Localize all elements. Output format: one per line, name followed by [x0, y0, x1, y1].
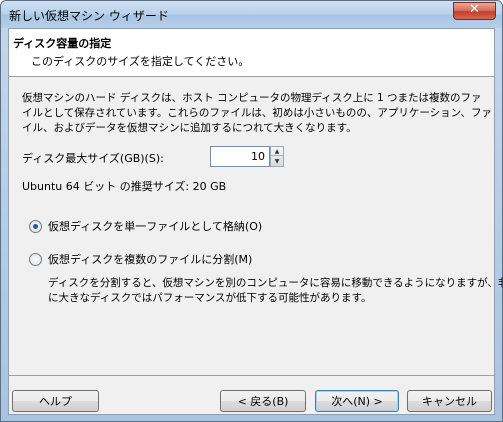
close-button[interactable]: ✕	[453, 2, 496, 20]
radio-single-file-row[interactable]: 仮想ディスクを単一ファイルとして格納(O)	[29, 218, 262, 234]
description-line: イルとして保存されています。これらのファイルは、初めは小さいものの、アプリケーシ…	[22, 107, 492, 119]
radio-single-file-label[interactable]: 仮想ディスクを単一ファイルとして格納(O)	[48, 218, 262, 234]
radio-split-files-row[interactable]: 仮想ディスクを複数のファイルに分割(M)	[29, 251, 252, 267]
split-description-line: に大きなディスクではパフォーマンスが低下する可能性があります。	[48, 292, 372, 304]
radio-split-files-label[interactable]: 仮想ディスクを複数のファイルに分割(M)	[48, 251, 252, 267]
close-icon: ✕	[469, 2, 480, 17]
spin-up-icon[interactable]: ▲	[271, 147, 283, 156]
wizard-window: 新しい仮想マシン ウィザード ✕ ディスク容量の指定 このディスクのサイズを指定…	[0, 0, 503, 422]
cancel-button[interactable]: キャンセル	[407, 390, 492, 412]
disk-size-spinner: ▲ ▼	[270, 146, 284, 167]
description-line: イル、およびデータを仮想マシンに追加するにつれて大きくなります。	[22, 122, 357, 134]
radio-split-files[interactable]	[29, 252, 42, 266]
wizard-header: ディスク容量の指定 このディスクのサイズを指定してください。	[9, 29, 494, 77]
page-title: ディスク容量の指定	[13, 37, 112, 50]
page-subtitle: このディスクのサイズを指定してください。	[31, 55, 250, 68]
spin-down-icon[interactable]: ▼	[271, 157, 283, 166]
wizard-client-area: ディスク容量の指定 このディスクのサイズを指定してください。 仮想マシンのハード…	[8, 28, 503, 415]
radio-single-file[interactable]	[29, 219, 42, 233]
footer-divider	[9, 375, 494, 376]
help-button[interactable]: ヘルプ	[12, 390, 99, 412]
split-description-line: ディスクを分割すると、仮想マシンを別のコンピュータに容易に移動できるようになりま…	[48, 277, 503, 289]
disk-size-label: ディスク最大サイズ(GB)(S):	[22, 152, 164, 165]
next-button[interactable]: 次へ(N) >	[315, 390, 399, 412]
split-files-description: ディスクを分割すると、仮想マシンを別のコンピュータに容易に移動できるようになりま…	[48, 276, 503, 306]
disk-description: 仮想マシンのハード ディスクは、ホスト コンピュータの物理ディスク上に 1 つま…	[22, 91, 492, 136]
back-button[interactable]: < 戻る(B)	[220, 390, 306, 412]
disk-size-input[interactable]	[210, 146, 270, 167]
description-line: 仮想マシンのハード ディスクは、ホスト コンピュータの物理ディスク上に 1 つま…	[22, 92, 482, 104]
window-title: 新しい仮想マシン ウィザード	[9, 9, 169, 23]
title-bar[interactable]: 新しい仮想マシン ウィザード ✕	[1, 1, 502, 28]
recommended-size-text: Ubuntu 64 ビット の推奨サイズ: 20 GB	[22, 180, 227, 193]
